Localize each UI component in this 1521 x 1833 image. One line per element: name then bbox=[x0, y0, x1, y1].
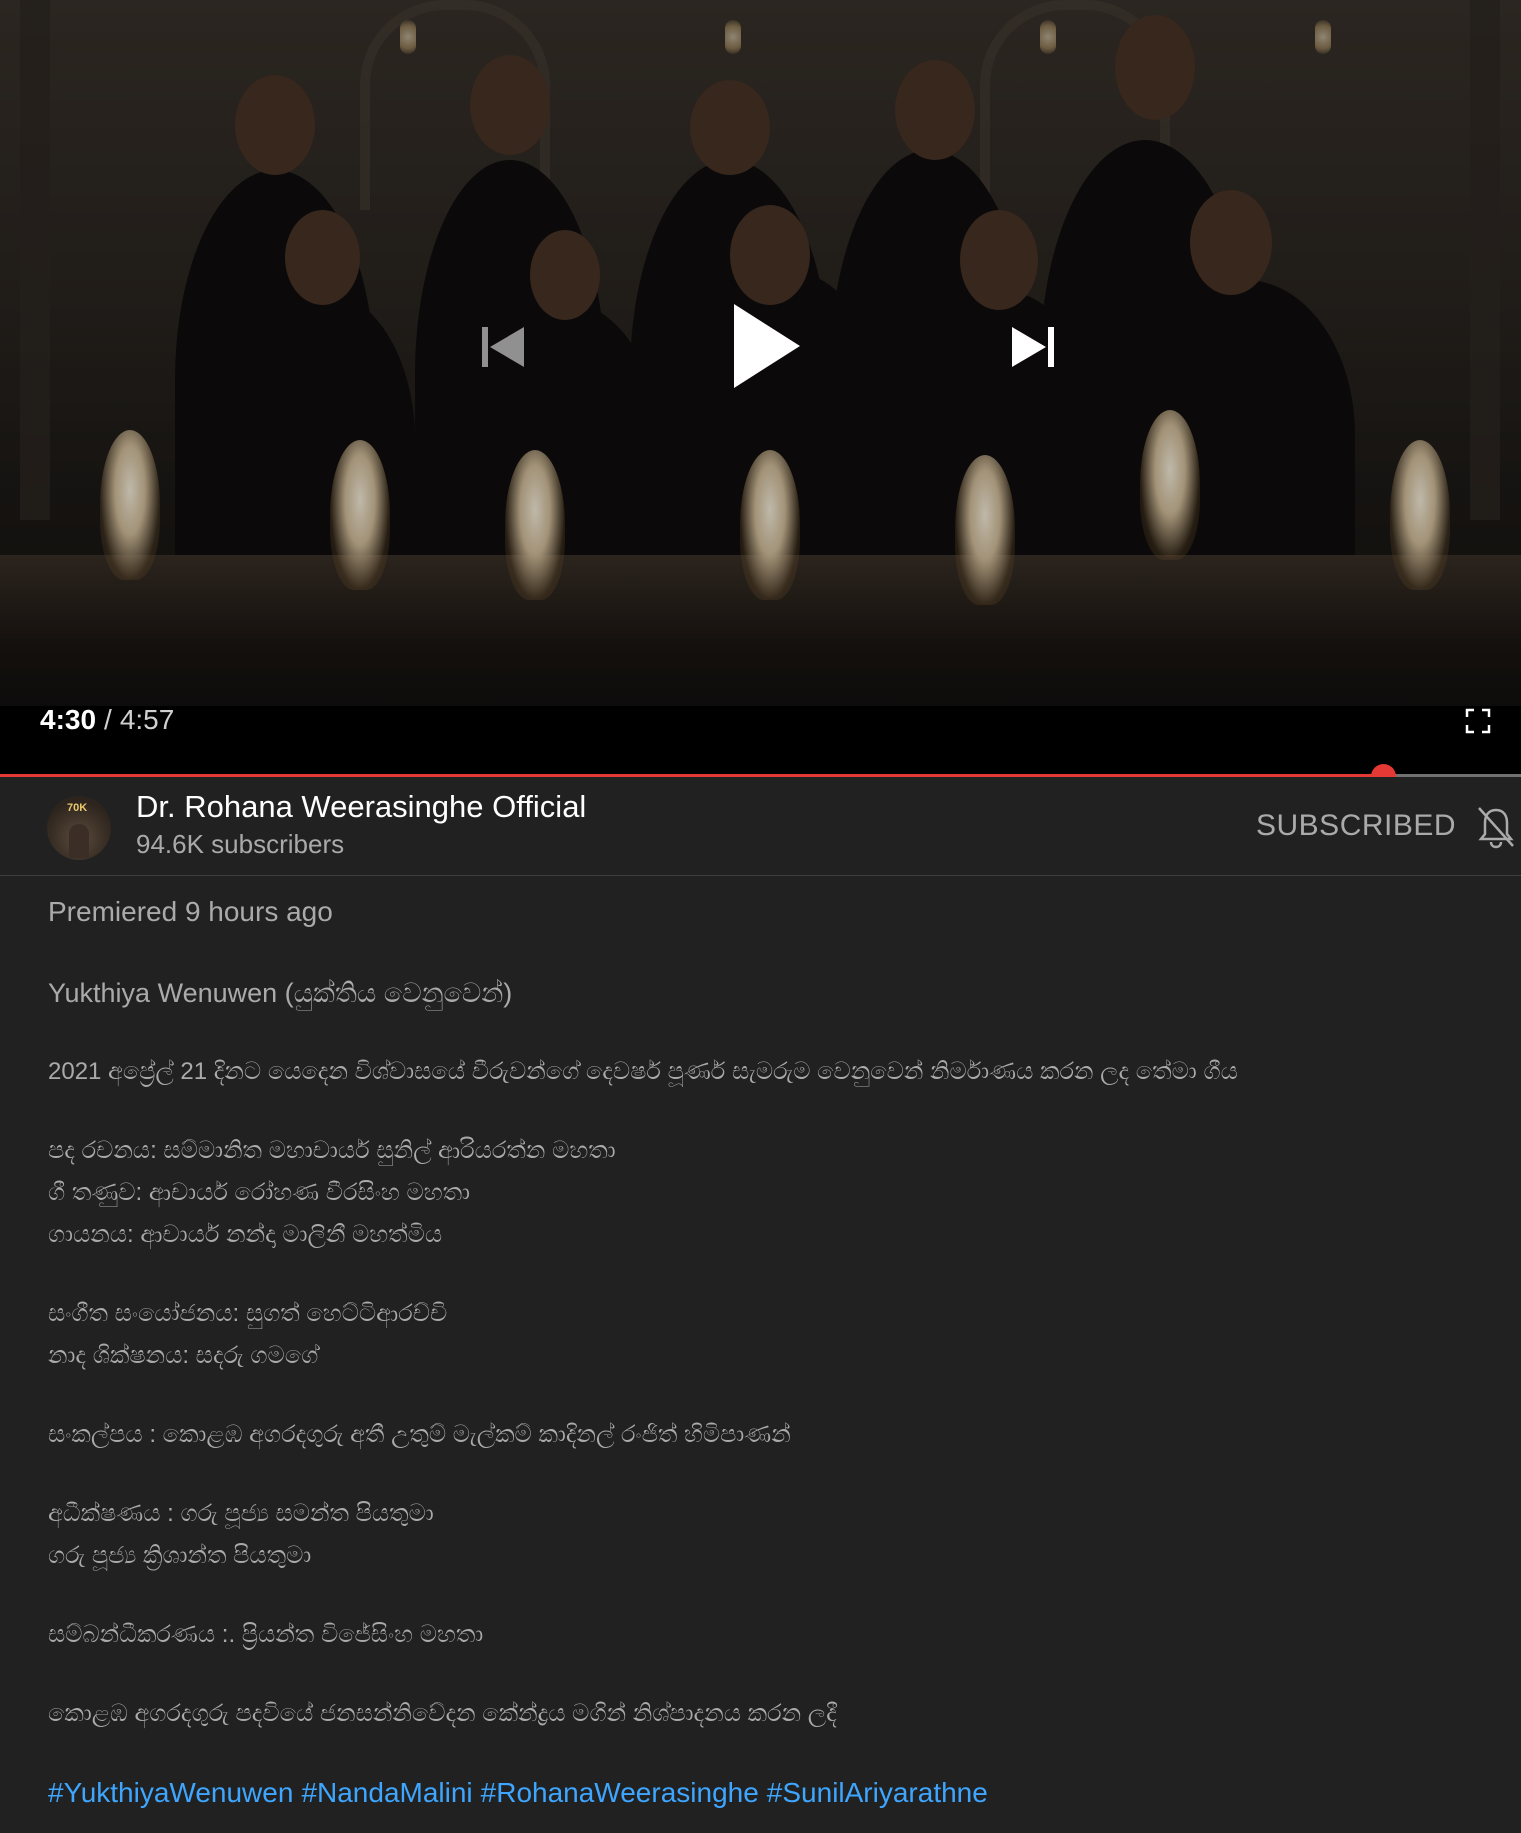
progress-scrubber[interactable] bbox=[1370, 764, 1396, 777]
hashtag-list: #YukthiyaWenuwen #NandaMalini #RohanaWeera… bbox=[48, 1772, 1488, 1814]
hashtag-link[interactable]: #YukthiyaWenuwen bbox=[48, 1777, 293, 1808]
avatar-figure bbox=[69, 824, 89, 858]
hashtag-link[interactable]: #SunilAriyarathne bbox=[767, 1777, 988, 1808]
channel-bar: 70K Dr. Rohana Weerasinghe Official 94.6… bbox=[0, 779, 1521, 876]
description-line: ගී තණුව: ආචාර්ය රෝහණ වීරසිංහ මහතා bbox=[48, 1179, 470, 1206]
time-separator: / bbox=[104, 704, 112, 735]
progress-fill bbox=[0, 774, 1383, 777]
play-icon[interactable] bbox=[730, 302, 802, 390]
video-player[interactable]: 4:30/4:57 bbox=[0, 0, 1521, 777]
description-paragraphs: 2021 අප්‍රේල් 21 දිනට යෙදෙන විශ්වාසයේ වී… bbox=[48, 1014, 1488, 1735]
video-description: Premiered 9 hours ago Yukthiya Wenuwen (… bbox=[48, 896, 1488, 1814]
subscriber-count: 94.6K subscribers bbox=[136, 829, 345, 859]
description-line: සංගීත සංයෝජනය: සුගත් හෙට්ටිආරච්චි bbox=[48, 1300, 448, 1327]
description-line: කොළඹ අගරදගුරු පදවියේ ජනසන්නිවේදන කේන්ද්‍… bbox=[48, 1700, 837, 1727]
description-line: අධීක්ෂණය : ගරු පූජ්‍ය සමන්ත පියතුමා bbox=[48, 1500, 434, 1527]
description-line: නාද ශික්ෂනය: සදරු ගමගේ bbox=[48, 1342, 319, 1369]
progress-bar[interactable] bbox=[0, 764, 1521, 777]
subscribed-button[interactable]: SUBSCRIBED bbox=[1256, 809, 1456, 843]
notifications-off-icon[interactable] bbox=[1475, 805, 1517, 849]
description-line: පද රචනය: සම්මානිත මහාචාර්ය සුනිල් ආරියරත… bbox=[48, 1137, 616, 1164]
skip-next-icon[interactable] bbox=[1010, 325, 1056, 369]
fullscreen-icon[interactable] bbox=[1465, 708, 1491, 734]
description-line: ගායනය: ආචාර්ය නන්දා මාලිනී මහත්මිය bbox=[48, 1221, 443, 1248]
channel-name[interactable]: Dr. Rohana Weerasinghe Official bbox=[136, 789, 586, 825]
video-title: Yukthiya Wenuwen (යුක්තිය වෙනුවෙන්) bbox=[48, 978, 513, 1008]
hashtag-link[interactable]: #RohanaWeerasinghe bbox=[481, 1777, 759, 1808]
premiere-date: Premiered 9 hours ago bbox=[48, 896, 333, 927]
description-line: ගරු පූජ්‍ය ක්‍රිශාන්ත පියතුමා bbox=[48, 1542, 312, 1569]
current-time: 4:30 bbox=[40, 704, 97, 735]
description-line: 2021 අප්‍රේල් 21 දිනට යෙදෙන විශ්වාසයේ වී… bbox=[48, 1058, 1238, 1085]
skip-previous-icon[interactable] bbox=[480, 325, 526, 369]
duration: 4:57 bbox=[119, 704, 175, 735]
avatar[interactable]: 70K bbox=[47, 796, 111, 860]
avatar-badge: 70K bbox=[67, 802, 88, 814]
time-display: 4:30/4:57 bbox=[40, 704, 174, 736]
description-line: සංකල්පය : කොළඹ අගරදගුරු අතී උතුම් මැල්කම… bbox=[48, 1421, 791, 1448]
hashtag-link[interactable]: #NandaMalini bbox=[301, 1777, 472, 1808]
description-line: සම්බන්ධීකරණය :. ප්‍රියන්ත විජේසිංහ මහතා bbox=[48, 1621, 484, 1648]
